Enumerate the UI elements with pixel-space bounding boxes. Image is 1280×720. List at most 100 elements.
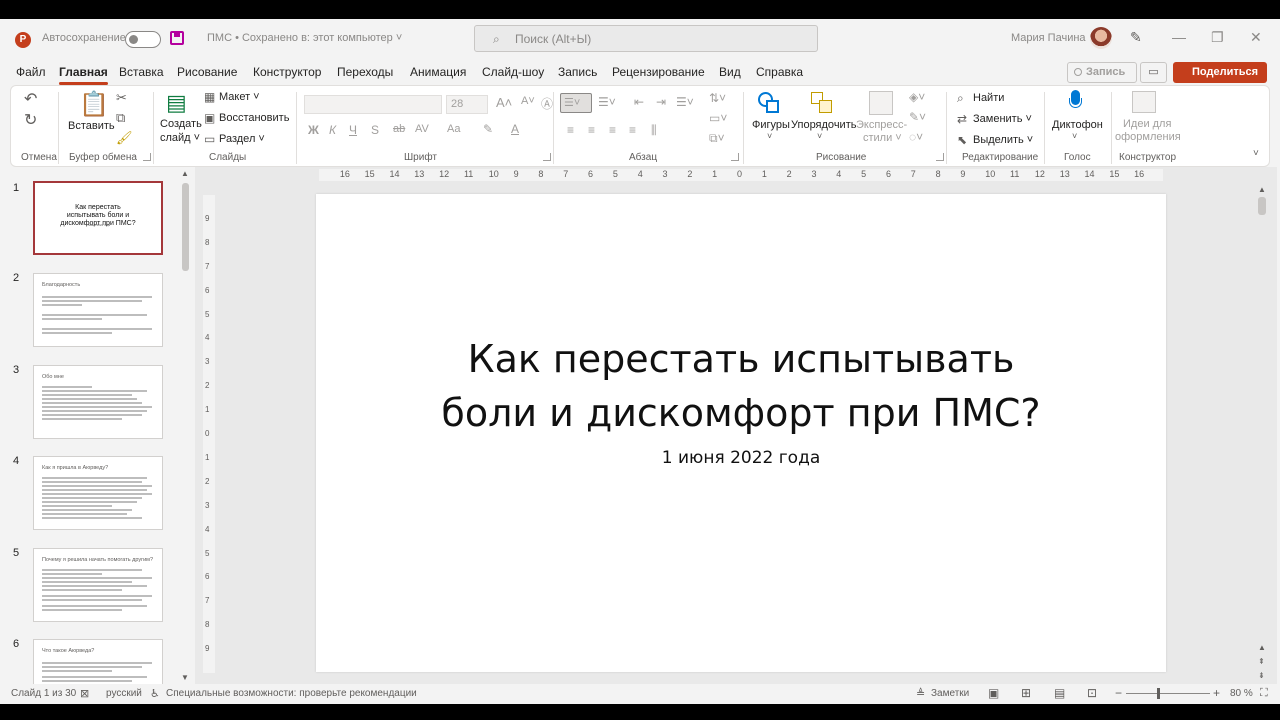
tab-transitions[interactable]: Переходы xyxy=(337,65,393,79)
slideshow-view-icon[interactable]: ⊡ xyxy=(1087,686,1097,700)
columns-icon[interactable]: ⫼ xyxy=(651,123,657,138)
zoom-slider-track[interactable] xyxy=(1126,693,1210,694)
undo-icon[interactable]: ↶ xyxy=(24,89,37,109)
normal-view-icon[interactable]: ▣ xyxy=(988,686,999,700)
tab-draw[interactable]: Рисование xyxy=(177,65,237,79)
tab-file[interactable]: Файл xyxy=(16,65,46,79)
reset-button[interactable]: Восстановить xyxy=(219,112,289,124)
slide-thumbnail-4[interactable]: Как я пришла в Аюрведу? xyxy=(33,456,163,530)
redo-icon[interactable]: ↻ xyxy=(24,110,37,130)
clipboard-launcher-icon[interactable] xyxy=(143,153,151,161)
tab-animations[interactable]: Анимация xyxy=(410,65,466,79)
previous-slide-icon[interactable]: ⇞ xyxy=(1258,657,1265,666)
bold-icon[interactable]: Ж xyxy=(308,123,319,137)
change-case-icon[interactable]: Aa xyxy=(447,123,460,135)
text-direction-icon[interactable]: ⇅˅ xyxy=(709,91,726,105)
new-slide-dropdown[interactable]: слайд ˅ xyxy=(160,132,200,144)
slide-sorter-icon[interactable]: ⊞ xyxy=(1021,686,1031,700)
dictate-button[interactable]: Диктофон xyxy=(1052,119,1103,131)
tab-slideshow[interactable]: Слайд-шоу xyxy=(482,65,544,79)
maximize-icon[interactable]: ❐ xyxy=(1211,29,1224,46)
shape-effects-icon[interactable]: ◌˅ xyxy=(909,130,923,144)
align-text-icon[interactable]: ▭˅ xyxy=(709,111,727,125)
font-color-icon[interactable]: A xyxy=(511,122,519,136)
shape-outline-icon[interactable]: ✎˅ xyxy=(909,110,926,124)
slide-thumbnail-5[interactable]: Почему я решила начать помогать другим? xyxy=(33,548,163,622)
share-button[interactable]: Поделиться xyxy=(1173,62,1267,83)
align-center-icon[interactable]: ≡ xyxy=(588,123,595,137)
scroll-up-icon[interactable]: ▲ xyxy=(1258,185,1266,194)
tab-design[interactable]: Конструктор xyxy=(253,65,321,79)
tab-home[interactable]: Главная xyxy=(59,65,108,85)
next-slide-icon[interactable]: ⇟ xyxy=(1258,671,1265,680)
scrollbar-thumb[interactable] xyxy=(182,183,189,271)
zoom-out-icon[interactable]: − xyxy=(1115,686,1122,700)
scrollbar-thumb[interactable] xyxy=(1258,197,1266,215)
layout-button[interactable]: Макет ˅ xyxy=(219,91,260,103)
slide-thumbnail-2[interactable]: Благодарность xyxy=(33,273,163,347)
format-painter-icon[interactable]: 🖌 xyxy=(116,130,133,146)
quick-styles-button[interactable]: Экспресс- xyxy=(856,119,907,131)
shape-fill-icon[interactable]: ◈˅ xyxy=(909,90,925,104)
slide-subtitle[interactable]: 1 июня 2022 года xyxy=(316,448,1166,468)
paste-button[interactable]: Вставить xyxy=(68,120,115,132)
design-ideas-button[interactable]: Идеи для xyxy=(1123,118,1171,130)
slide-title[interactable]: Как перестать испытывать боли и дискомфо… xyxy=(316,332,1166,440)
shapes-button[interactable]: Фигуры xyxy=(752,119,790,131)
zoom-slider-handle[interactable] xyxy=(1157,688,1160,699)
font-name-field[interactable] xyxy=(304,95,442,114)
thumbnails-scrollbar[interactable]: ▲ ▼ xyxy=(180,169,190,682)
comments-button[interactable]: ▭ xyxy=(1140,62,1167,83)
numbering-icon[interactable]: ☰˅ xyxy=(598,95,616,109)
highlight-icon[interactable]: ✎ xyxy=(483,122,493,136)
language-indicator[interactable]: русский xyxy=(106,688,142,699)
find-button[interactable]: Найти xyxy=(973,92,1004,104)
paste-icon[interactable]: 📋 xyxy=(79,90,109,119)
spacing-icon[interactable]: AV xyxy=(415,123,429,135)
paragraph-launcher-icon[interactable] xyxy=(731,153,739,161)
autosave-toggle[interactable] xyxy=(125,31,161,48)
user-name[interactable]: Мария Пачина xyxy=(1011,32,1086,44)
save-icon[interactable] xyxy=(170,31,184,45)
scroll-up-icon[interactable]: ▲ xyxy=(181,169,189,178)
font-size-field[interactable]: 28 xyxy=(446,95,488,114)
slide-thumbnail-1[interactable]: Как перестать испытывать боли и дискомфо… xyxy=(33,181,163,255)
collapse-ribbon-icon[interactable]: ˅ xyxy=(1253,148,1259,159)
new-slide-icon[interactable]: ▤ xyxy=(166,90,187,116)
align-left-icon[interactable]: ≡ xyxy=(567,123,574,137)
copy-icon[interactable]: ⧉ xyxy=(116,110,125,126)
notes-button[interactable]: Заметки xyxy=(931,688,969,699)
slide-thumbnail-3[interactable]: Обо мне xyxy=(33,365,163,439)
tab-view[interactable]: Вид xyxy=(719,65,741,79)
new-slide-button[interactable]: Создать xyxy=(160,118,202,130)
pen-icon[interactable]: ✎ xyxy=(1130,29,1142,46)
accessibility-status[interactable]: Специальные возможности: проверьте реком… xyxy=(166,688,417,699)
tab-insert[interactable]: Вставка xyxy=(119,65,164,79)
justify-icon[interactable]: ≡ xyxy=(629,123,636,137)
increase-font-icon[interactable]: A˄ xyxy=(496,95,512,110)
shadow-icon[interactable]: S xyxy=(371,123,379,137)
reading-view-icon[interactable]: ▤ xyxy=(1054,686,1065,700)
decrease-indent-icon[interactable]: ⇤ xyxy=(634,95,644,109)
search-box[interactable]: ⌕ Поиск (Alt+Ы) xyxy=(474,25,818,52)
line-spacing-icon[interactable]: ☰˅ xyxy=(676,95,694,109)
tab-review[interactable]: Рецензирование xyxy=(612,65,705,79)
scroll-down-icon[interactable]: ▼ xyxy=(181,673,189,682)
decrease-font-icon[interactable]: A˅ xyxy=(521,95,535,107)
smartart-icon[interactable]: ⧉˅ xyxy=(709,131,725,146)
slide-canvas[interactable]: Как перестать испытывать боли и дискомфо… xyxy=(316,194,1166,672)
slide-thumbnail-6[interactable]: Что такое Аюрведа? xyxy=(33,639,163,689)
zoom-in-icon[interactable]: + xyxy=(1213,686,1220,700)
record-button[interactable]: Запись xyxy=(1067,62,1137,83)
editor-scrollbar[interactable]: ▲ ▲ ⇞ ⇟ xyxy=(1256,185,1268,687)
strikethrough-icon[interactable]: ab xyxy=(393,123,405,135)
drawing-launcher-icon[interactable] xyxy=(936,153,944,161)
section-button[interactable]: Раздел ˅ xyxy=(219,133,265,145)
fit-to-window-icon[interactable]: ⛶ xyxy=(1260,687,1268,700)
document-title[interactable]: ПМС • Сохранено в: этот компьютер ˅ xyxy=(207,32,402,44)
bullets-icon[interactable]: ☰˅ xyxy=(560,93,592,113)
spellcheck-icon[interactable]: ⊠ xyxy=(80,687,89,700)
font-launcher-icon[interactable] xyxy=(543,153,551,161)
tab-record[interactable]: Запись xyxy=(558,65,597,79)
replace-button[interactable]: Заменить ˅ xyxy=(973,113,1032,125)
